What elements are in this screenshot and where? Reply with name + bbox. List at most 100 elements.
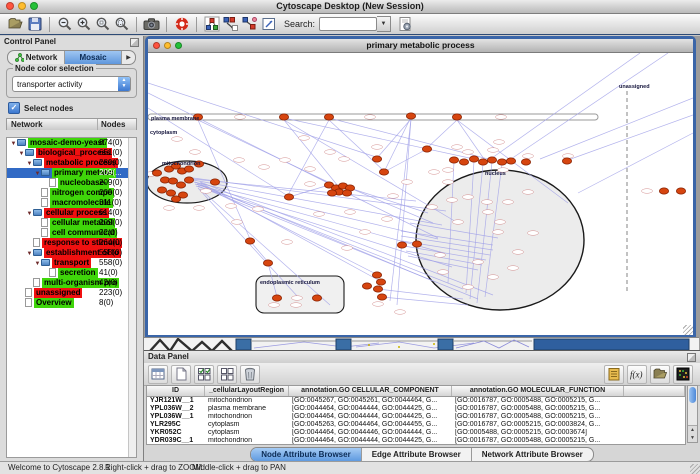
table-scrollbar-arrows[interactable]: ▲▼ <box>688 425 697 442</box>
annotation-button[interactable] <box>259 15 278 33</box>
table-row[interactable]: YKR052Ccytoplasm[GO:0044464, GO:0044446,… <box>147 429 685 437</box>
tab-edge-attribute-browser[interactable]: Edge Attribute Browser <box>362 448 472 461</box>
network-node[interactable] <box>312 295 321 301</box>
network-node[interactable] <box>263 260 272 266</box>
network-window-controls[interactable] <box>153 42 182 49</box>
tree-row[interactable]: ▼mosaic-demo-yeast874(0) <box>7 138 136 148</box>
new-attribute-button[interactable] <box>171 365 191 384</box>
tree-row[interactable]: cell communicat22(0) <box>7 228 136 238</box>
minimize-button[interactable] <box>18 2 26 10</box>
network-window-titlebar[interactable]: primary metabolic process <box>148 39 693 53</box>
float-panel-icon[interactable] <box>687 353 696 362</box>
zoom-button[interactable] <box>30 2 38 10</box>
search-input[interactable] <box>319 17 377 31</box>
network-node[interactable] <box>327 190 336 196</box>
unselect-attributes-button[interactable] <box>217 365 237 384</box>
network-node[interactable] <box>422 146 431 152</box>
search-config-button[interactable] <box>395 15 414 33</box>
close-button[interactable] <box>6 2 14 10</box>
help-button[interactable] <box>172 15 191 33</box>
tree-row[interactable]: unassigned223(0) <box>7 288 136 298</box>
app-resize-grip[interactable] <box>690 464 700 474</box>
table-scrollbar-thumb[interactable] <box>689 387 696 403</box>
network-node[interactable] <box>152 170 161 176</box>
snapshot-button[interactable] <box>142 15 161 33</box>
float-panel-icon[interactable] <box>130 38 139 47</box>
attribute-table-button[interactable] <box>148 365 168 384</box>
network-node[interactable] <box>469 156 478 162</box>
save-session-button[interactable] <box>25 15 44 33</box>
network-node[interactable] <box>272 295 281 301</box>
network-node[interactable] <box>478 159 487 165</box>
network-node[interactable] <box>362 283 371 289</box>
network-node[interactable] <box>562 158 571 164</box>
network-node[interactable] <box>279 114 288 120</box>
tree-row[interactable]: multi-organism pro42(0) <box>7 278 136 288</box>
close-icon[interactable] <box>153 42 160 49</box>
tree-row[interactable]: secretion41(0) <box>7 268 136 278</box>
col-molecular-function[interactable]: annotation.GO MOLECULAR_FUNCTION <box>452 386 624 396</box>
network-node[interactable] <box>406 113 415 119</box>
network-node[interactable] <box>377 294 386 300</box>
tab-network-attribute-browser[interactable]: Network Attribute Browser <box>472 448 593 461</box>
window-resize-grip[interactable] <box>683 325 693 335</box>
network-node[interactable] <box>376 279 385 285</box>
network-node[interactable] <box>166 190 175 196</box>
table-scrollbar[interactable]: ▲▼ <box>687 385 698 443</box>
network-node[interactable] <box>373 286 382 292</box>
tree-row[interactable]: ▼biological_process651(0) <box>7 148 136 158</box>
network-node[interactable] <box>372 272 381 278</box>
table-row[interactable]: YPL036W__2plasma membrane[GO:0044464, GO… <box>147 405 685 413</box>
network-node[interactable] <box>521 159 530 165</box>
window-controls[interactable] <box>6 2 38 10</box>
vizmapper-button[interactable] <box>202 15 221 33</box>
network-node[interactable] <box>245 238 254 244</box>
network-node[interactable] <box>342 190 351 196</box>
col-region[interactable]: _cellularLayoutRegion <box>205 386 289 396</box>
network-node[interactable] <box>171 196 180 202</box>
tree-scrollbar[interactable] <box>128 138 136 457</box>
network-node[interactable] <box>372 156 381 162</box>
tabs-overflow-button[interactable]: ▶ <box>122 51 135 64</box>
tree-row[interactable]: ▼transport558(0) <box>7 258 136 268</box>
network-canvas[interactable]: plasma membranecytoplasmmitochondrionnuc… <box>148 53 693 335</box>
network-node[interactable] <box>412 241 421 247</box>
tree-row[interactable]: ▼primary metabo209(... <box>7 168 136 178</box>
network-node[interactable] <box>176 182 185 188</box>
col-cellular-component[interactable]: annotation.GO CELLULAR_COMPONENT <box>289 386 452 396</box>
tree-row[interactable]: response to stimulu264(0) <box>7 238 136 248</box>
col-id[interactable]: ID <box>147 386 205 396</box>
delete-attribute-button[interactable] <box>240 365 260 384</box>
zoom-selected-button[interactable] <box>93 15 112 33</box>
network-node[interactable] <box>506 158 515 164</box>
notes-button[interactable] <box>604 365 624 384</box>
network-node[interactable] <box>157 187 166 193</box>
select-attributes-button[interactable] <box>194 365 214 384</box>
table-row[interactable]: YLR295Ccytoplasm[GO:0045263, GO:0044464,… <box>147 421 685 429</box>
network-node[interactable] <box>659 188 668 194</box>
tree-row[interactable]: ▼establishment of lo558(0) <box>7 248 136 258</box>
attribute-matrix-button[interactable] <box>673 365 693 384</box>
tree-row[interactable]: macromolecule311(0) <box>7 198 136 208</box>
network-node[interactable] <box>459 159 468 165</box>
node-color-dropdown[interactable]: transporter activity ▲▼ <box>12 76 131 92</box>
network-node[interactable] <box>487 157 496 163</box>
network-node[interactable] <box>452 114 461 120</box>
network-node[interactable] <box>210 179 219 185</box>
tree-row[interactable]: cellular metabol209(0) <box>7 218 136 228</box>
table-row[interactable]: YPL036W__1mitochondrion[GO:0044464, GO:0… <box>147 413 685 421</box>
network-node[interactable] <box>397 242 406 248</box>
select-nodes-checkbox[interactable]: ✓ <box>8 102 20 114</box>
tab-mosaic[interactable]: Mosaic <box>65 51 122 64</box>
maximize-icon[interactable] <box>175 42 182 49</box>
zoom-fit-button[interactable] <box>112 15 131 33</box>
tab-node-attribute-browser[interactable]: Node Attribute Browser <box>251 448 362 461</box>
network-node[interactable] <box>284 194 293 200</box>
tree-row[interactable]: ▼cellular process614(0) <box>7 208 136 218</box>
tree-row[interactable]: ▼metabolic process280(0) <box>7 158 136 168</box>
network-node[interactable] <box>168 178 177 184</box>
network-view-window[interactable]: primary metabolic process plasma membran… <box>145 36 696 337</box>
network-node[interactable] <box>449 157 458 163</box>
tree-row[interactable]: nitrogen compo209(0) <box>7 188 136 198</box>
import-attributes-button[interactable] <box>650 365 670 384</box>
